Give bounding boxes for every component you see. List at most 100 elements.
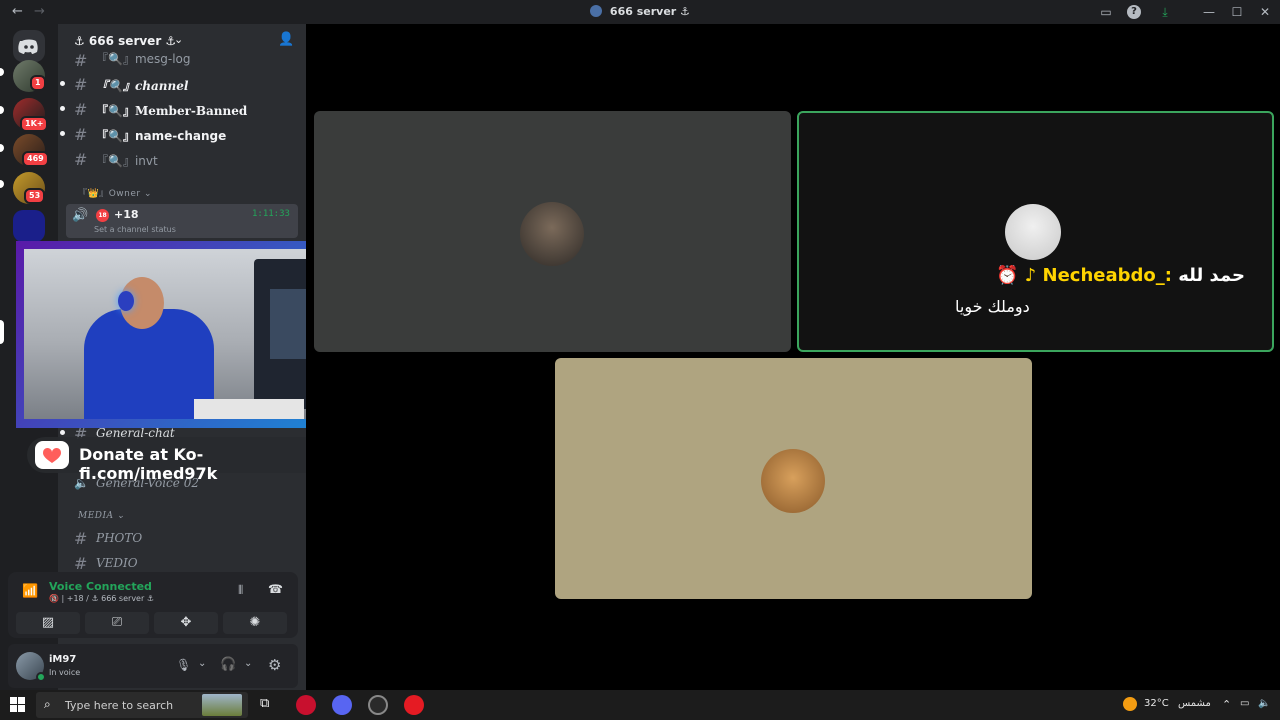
mention-badge: 1K+ [20, 116, 49, 132]
download-icon[interactable]: ⤓ [1156, 3, 1174, 21]
user-panel: iM97 In voice 🎙 ⌄ 🎧 ⌄ ⚙ [8, 644, 298, 688]
search-placeholder: Type here to search [65, 699, 174, 712]
voice-connection-panel: 📶 Voice Connected 🔞 | +18 / ⚓ 666 server… [8, 572, 298, 638]
channel-name: VEDIO [96, 556, 138, 570]
window-title: 666 server ⚓ [609, 5, 690, 18]
keyboard-shape [194, 399, 304, 419]
hashtag-icon: # [74, 150, 88, 169]
microphone-icon[interactable]: 🎙 [176, 658, 191, 672]
weather-sun-icon[interactable] [1123, 697, 1137, 711]
invite-people-icon[interactable]: 👤 [278, 32, 294, 47]
chevron-down-icon[interactable]: ⌄ [244, 658, 252, 669]
guild-selected-pill [0, 320, 4, 344]
minimize-button[interactable]: — [1200, 3, 1218, 21]
speaker-icon: 🔊 [72, 208, 89, 223]
camera-off-button[interactable]: ▨ [16, 612, 80, 634]
folder-icon[interactable] [13, 210, 45, 242]
kofi-cup-icon [35, 441, 69, 469]
channel-item[interactable]: # 『🔍』name-change [60, 123, 298, 145]
voice-timer: 1:11:33 [252, 209, 290, 219]
online-status-icon [36, 672, 46, 682]
channel-name: 『🔍』name-change [96, 129, 227, 143]
temperature[interactable]: 32°C [1144, 698, 1169, 709]
chevron-down-icon[interactable]: ⌄ [198, 658, 206, 669]
participant-tile-speaking[interactable]: ⏰ ♪ Necheabdo_: حمد لله دوملك خويا [797, 111, 1274, 352]
username[interactable]: iM97 [49, 654, 76, 665]
task-view-icon[interactable]: ⧉ [260, 696, 269, 711]
guild-unread-pill [0, 144, 4, 152]
voice-location[interactable]: 🔞 | +18 / ⚓ 666 server ⚓ [49, 594, 154, 603]
caption-arabic: حمد لله [1178, 265, 1245, 286]
server-name: ⚓ 666 server ⚓ [74, 34, 177, 48]
discord-home-icon[interactable] [13, 30, 45, 62]
search-highlight-image [202, 694, 242, 716]
stream-caption: ⏰ ♪ Necheabdo_: حمد لله [955, 265, 1245, 286]
voice-stage: ⏰ ♪ Necheabdo_: حمد لله دوملك خويا [306, 24, 1280, 690]
hashtag-icon: # [74, 554, 88, 573]
hashtag-icon: # [74, 529, 88, 548]
tray-chevron-up-icon[interactable]: ⌃ [1222, 698, 1231, 711]
participant-tile[interactable] [555, 358, 1032, 599]
channel-item[interactable]: # VEDIO [66, 552, 298, 574]
participant-avatar [761, 449, 825, 513]
unread-dot [60, 81, 65, 86]
disconnect-icon[interactable]: ☎ [268, 582, 283, 596]
hashtag-icon: # [74, 100, 88, 119]
title-bar: ← → 666 server ⚓ ▭ ? ⤓ — ☐ ✕ [0, 0, 1280, 24]
volume-icon[interactable]: 🔈 [1258, 698, 1270, 709]
signal-icon[interactable]: 📶 [22, 584, 38, 599]
headphones-icon[interactable]: 🎧 [220, 657, 236, 672]
age-18-icon: 18 [96, 209, 109, 222]
participant-avatar [520, 202, 584, 266]
participant-avatar [1005, 204, 1061, 260]
close-button[interactable]: ✕ [1256, 3, 1274, 21]
channel-name: 『🔍』channel [96, 79, 189, 93]
taskbar-search[interactable]: ⌕ Type here to search [36, 692, 248, 718]
alarm-clock-icon: ⏰ [996, 265, 1019, 286]
weather-text[interactable]: مشمس [1178, 698, 1211, 709]
active-voice-channel[interactable]: 🔊 18 +18 1:11:33 Set a channel status [66, 204, 298, 238]
unread-dot [60, 131, 65, 136]
soundboard-button[interactable]: ✺ [223, 612, 287, 634]
participant-tile[interactable] [314, 111, 791, 352]
category-owner[interactable]: 『👑』Owner ⌄ [78, 186, 152, 199]
channel-item[interactable]: # 『🔍』invt [66, 148, 298, 170]
voice-channel-name: +18 [114, 208, 139, 221]
unread-dot [60, 430, 65, 435]
activities-button[interactable]: ✥ [154, 612, 218, 634]
hashtag-icon: # [74, 75, 88, 94]
mention-badge: 53 [24, 188, 46, 204]
maximize-button[interactable]: ☐ [1228, 3, 1246, 21]
kofi-text: Donate at Ko-fi.com/imed97k [79, 445, 218, 483]
channel-item[interactable]: # 『🔍』Member-Banned [60, 98, 298, 120]
app-icon[interactable] [296, 695, 316, 715]
channel-item[interactable]: # 『🔍』channel [60, 73, 298, 95]
channel-item[interactable]: # PHOTO [66, 527, 298, 549]
webcam-feed [24, 249, 337, 419]
unread-dot [60, 106, 65, 111]
network-icon[interactable]: ▭ [1240, 698, 1249, 709]
noise-suppression-icon[interactable]: ⦀ [238, 583, 243, 598]
music-note-icon: ♪ [1024, 265, 1037, 286]
discord-app-icon[interactable] [332, 695, 352, 715]
inbox-icon[interactable]: ▭ [1097, 3, 1115, 21]
app-icon[interactable] [404, 695, 424, 715]
channel-status[interactable]: Set a channel status [94, 225, 176, 234]
channel-name: 『🔍』mesg-log [96, 52, 191, 66]
screen-share-button[interactable]: ⎚ [85, 612, 149, 634]
caption-line2: دوملك خويا [955, 297, 1030, 316]
settings-gear-icon[interactable]: ⚙ [268, 656, 281, 674]
guild-unread-pill [0, 106, 4, 114]
guild-unread-pill [0, 180, 4, 188]
help-icon[interactable]: ? [1127, 5, 1141, 19]
app-icon[interactable] [368, 695, 388, 715]
channel-item[interactable]: # 『🔍』mesg-log [66, 49, 298, 71]
voice-status[interactable]: Voice Connected [49, 580, 152, 593]
windows-taskbar: ⌕ Type here to search ⧉ 32°C مشمس ⌃ ▭ 🔈 [0, 690, 1280, 720]
mention-badge: 1 [30, 75, 46, 91]
channel-name: 『🔍』invt [96, 154, 158, 168]
windows-start-icon[interactable] [10, 697, 26, 713]
category-media[interactable]: MEDIA ⌄ [78, 511, 125, 521]
kofi-banner: Donate at Ko-fi.com/imed97k [27, 437, 337, 483]
channel-name: PHOTO [96, 531, 143, 545]
